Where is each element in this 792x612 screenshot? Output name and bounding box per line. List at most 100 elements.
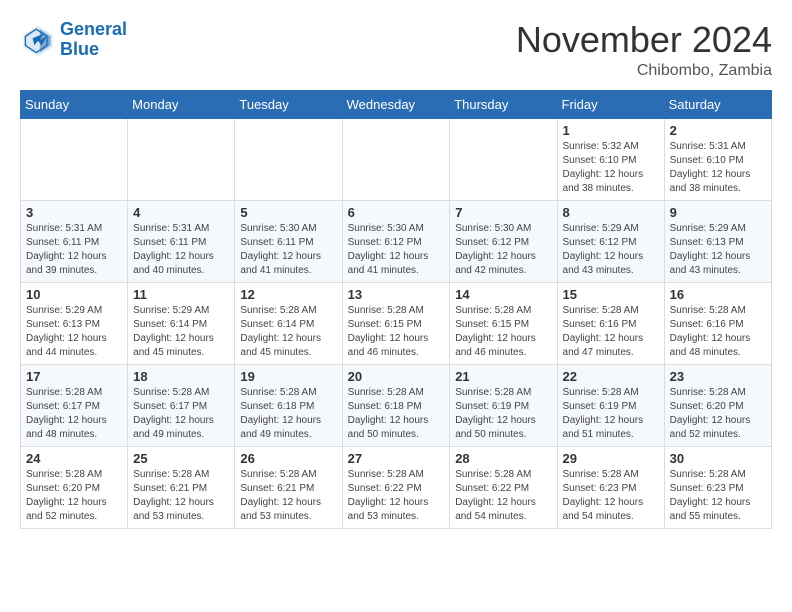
day-number: 17 xyxy=(26,369,122,384)
title-block: November 2024 Chibombo, Zambia xyxy=(516,20,772,80)
logo: General Blue xyxy=(20,20,127,60)
day-detail: Sunrise: 5:29 AM Sunset: 6:14 PM Dayligh… xyxy=(133,304,229,360)
calendar-cell: 18Sunrise: 5:28 AM Sunset: 6:17 PM Dayli… xyxy=(128,364,235,446)
weekday-header: Monday xyxy=(128,90,235,118)
calendar-cell: 22 Sunrise: 5:28 AM Sunset: 6:19 PM Dayli… xyxy=(557,364,664,446)
day-detail: Sunrise: 5:31 AM Sunset: 6:11 PM Dayligh… xyxy=(133,222,229,278)
day-detail: Sunrise: 5:28 AM Sunset: 6:17 PM Dayligh… xyxy=(133,386,229,442)
calendar-cell: 6 Sunrise: 5:30 AM Sunset: 6:12 PM Daylig… xyxy=(342,200,450,282)
calendar-week-row: 10Sunrise: 5:29 AM Sunset: 6:13 PM Dayli… xyxy=(21,282,772,364)
day-detail: Sunrise: 5:30 AM Sunset: 6:12 PM Dayligh… xyxy=(455,222,551,278)
day-number: 5 xyxy=(240,205,336,220)
calendar-cell: 4 Sunrise: 5:31 AM Sunset: 6:11 PM Daylig… xyxy=(128,200,235,282)
calendar-cell: 13 Sunrise: 5:28 AM Sunset: 6:15 PM Dayli… xyxy=(342,282,450,364)
calendar-week-row: 3 Sunrise: 5:31 AM Sunset: 6:11 PM Daylig… xyxy=(21,200,772,282)
day-number: 7 xyxy=(455,205,551,220)
day-number: 2 xyxy=(670,123,766,138)
calendar-cell: 29Sunrise: 5:28 AM Sunset: 6:23 PM Dayli… xyxy=(557,446,664,528)
day-detail: Sunrise: 5:28 AM Sunset: 6:20 PM Dayligh… xyxy=(670,386,766,442)
calendar-cell: 20 Sunrise: 5:28 AM Sunset: 6:18 PM Dayli… xyxy=(342,364,450,446)
calendar-cell: 3 Sunrise: 5:31 AM Sunset: 6:11 PM Daylig… xyxy=(21,200,128,282)
calendar-cell: 28Sunrise: 5:28 AM Sunset: 6:22 PM Dayli… xyxy=(450,446,557,528)
month-title: November 2024 xyxy=(516,20,772,60)
calendar-cell: 9Sunrise: 5:29 AM Sunset: 6:13 PM Daylig… xyxy=(664,200,771,282)
calendar-cell xyxy=(128,118,235,200)
calendar-cell: 26Sunrise: 5:28 AM Sunset: 6:21 PM Dayli… xyxy=(235,446,342,528)
day-number: 29 xyxy=(563,451,659,466)
day-detail: Sunrise: 5:28 AM Sunset: 6:19 PM Dayligh… xyxy=(455,386,551,442)
calendar-cell xyxy=(235,118,342,200)
day-detail: Sunrise: 5:28 AM Sunset: 6:14 PM Dayligh… xyxy=(240,304,336,360)
day-number: 12 xyxy=(240,287,336,302)
day-number: 20 xyxy=(348,369,445,384)
day-number: 14 xyxy=(455,287,551,302)
day-detail: Sunrise: 5:28 AM Sunset: 6:18 PM Dayligh… xyxy=(240,386,336,442)
day-detail: Sunrise: 5:28 AM Sunset: 6:20 PM Dayligh… xyxy=(26,468,122,524)
page: General Blue November 2024 Chibombo, Zam… xyxy=(0,0,792,539)
day-detail: Sunrise: 5:29 AM Sunset: 6:12 PM Dayligh… xyxy=(563,222,659,278)
calendar-cell: 11 Sunrise: 5:29 AM Sunset: 6:14 PM Dayli… xyxy=(128,282,235,364)
weekday-header: Sunday xyxy=(21,90,128,118)
calendar-cell xyxy=(450,118,557,200)
day-detail: Sunrise: 5:28 AM Sunset: 6:22 PM Dayligh… xyxy=(455,468,551,524)
day-detail: Sunrise: 5:28 AM Sunset: 6:23 PM Dayligh… xyxy=(670,468,766,524)
day-detail: Sunrise: 5:28 AM Sunset: 6:22 PM Dayligh… xyxy=(348,468,445,524)
calendar-week-row: 24 Sunrise: 5:28 AM Sunset: 6:20 PM Dayli… xyxy=(21,446,772,528)
day-number: 15 xyxy=(563,287,659,302)
day-number: 23 xyxy=(670,369,766,384)
day-detail: Sunrise: 5:31 AM Sunset: 6:10 PM Dayligh… xyxy=(670,140,766,196)
day-number: 11 xyxy=(133,287,229,302)
day-number: 1 xyxy=(563,123,659,138)
day-number: 30 xyxy=(670,451,766,466)
day-number: 25 xyxy=(133,451,229,466)
calendar-cell: 27 Sunrise: 5:28 AM Sunset: 6:22 PM Dayli… xyxy=(342,446,450,528)
day-number: 3 xyxy=(26,205,122,220)
calendar-cell: 2 Sunrise: 5:31 AM Sunset: 6:10 PM Daylig… xyxy=(664,118,771,200)
day-number: 4 xyxy=(133,205,229,220)
day-detail: Sunrise: 5:28 AM Sunset: 6:17 PM Dayligh… xyxy=(26,386,122,442)
calendar-cell: 5 Sunrise: 5:30 AM Sunset: 6:11 PM Daylig… xyxy=(235,200,342,282)
calendar-table: SundayMondayTuesdayWednesdayThursdayFrid… xyxy=(20,90,772,529)
weekday-header: Thursday xyxy=(450,90,557,118)
day-number: 13 xyxy=(348,287,445,302)
day-number: 16 xyxy=(670,287,766,302)
day-detail: Sunrise: 5:28 AM Sunset: 6:15 PM Dayligh… xyxy=(455,304,551,360)
day-detail: Sunrise: 5:28 AM Sunset: 6:18 PM Dayligh… xyxy=(348,386,445,442)
day-number: 24 xyxy=(26,451,122,466)
day-detail: Sunrise: 5:31 AM Sunset: 6:11 PM Dayligh… xyxy=(26,222,122,278)
day-detail: Sunrise: 5:28 AM Sunset: 6:16 PM Dayligh… xyxy=(563,304,659,360)
calendar-cell: 19 Sunrise: 5:28 AM Sunset: 6:18 PM Dayli… xyxy=(235,364,342,446)
calendar-cell: 23 Sunrise: 5:28 AM Sunset: 6:20 PM Dayli… xyxy=(664,364,771,446)
calendar-cell: 7 Sunrise: 5:30 AM Sunset: 6:12 PM Daylig… xyxy=(450,200,557,282)
calendar-cell: 14 Sunrise: 5:28 AM Sunset: 6:15 PM Dayli… xyxy=(450,282,557,364)
day-detail: Sunrise: 5:28 AM Sunset: 6:16 PM Dayligh… xyxy=(670,304,766,360)
day-number: 9 xyxy=(670,205,766,220)
calendar-cell: 17 Sunrise: 5:28 AM Sunset: 6:17 PM Dayli… xyxy=(21,364,128,446)
weekday-header-row: SundayMondayTuesdayWednesdayThursdayFrid… xyxy=(21,90,772,118)
calendar-cell xyxy=(21,118,128,200)
day-number: 6 xyxy=(348,205,445,220)
day-number: 22 xyxy=(563,369,659,384)
calendar-cell: 30 Sunrise: 5:28 AM Sunset: 6:23 PM Dayli… xyxy=(664,446,771,528)
day-detail: Sunrise: 5:30 AM Sunset: 6:11 PM Dayligh… xyxy=(240,222,336,278)
day-detail: Sunrise: 5:28 AM Sunset: 6:19 PM Dayligh… xyxy=(563,386,659,442)
day-detail: Sunrise: 5:30 AM Sunset: 6:12 PM Dayligh… xyxy=(348,222,445,278)
day-number: 26 xyxy=(240,451,336,466)
weekday-header: Wednesday xyxy=(342,90,450,118)
calendar-cell: 21Sunrise: 5:28 AM Sunset: 6:19 PM Dayli… xyxy=(450,364,557,446)
location-subtitle: Chibombo, Zambia xyxy=(516,62,772,80)
calendar-week-row: 1Sunrise: 5:32 AM Sunset: 6:10 PM Daylig… xyxy=(21,118,772,200)
calendar-cell: 12 Sunrise: 5:28 AM Sunset: 6:14 PM Dayli… xyxy=(235,282,342,364)
calendar-cell: 8 Sunrise: 5:29 AM Sunset: 6:12 PM Daylig… xyxy=(557,200,664,282)
calendar-cell xyxy=(342,118,450,200)
day-number: 10 xyxy=(26,287,122,302)
day-detail: Sunrise: 5:28 AM Sunset: 6:15 PM Dayligh… xyxy=(348,304,445,360)
day-number: 8 xyxy=(563,205,659,220)
calendar-cell: 15 Sunrise: 5:28 AM Sunset: 6:16 PM Dayli… xyxy=(557,282,664,364)
calendar-cell: 16 Sunrise: 5:28 AM Sunset: 6:16 PM Dayli… xyxy=(664,282,771,364)
logo-text: General Blue xyxy=(60,20,127,60)
calendar-cell: 10Sunrise: 5:29 AM Sunset: 6:13 PM Dayli… xyxy=(21,282,128,364)
day-number: 27 xyxy=(348,451,445,466)
day-number: 19 xyxy=(240,369,336,384)
calendar-cell: 25Sunrise: 5:28 AM Sunset: 6:21 PM Dayli… xyxy=(128,446,235,528)
